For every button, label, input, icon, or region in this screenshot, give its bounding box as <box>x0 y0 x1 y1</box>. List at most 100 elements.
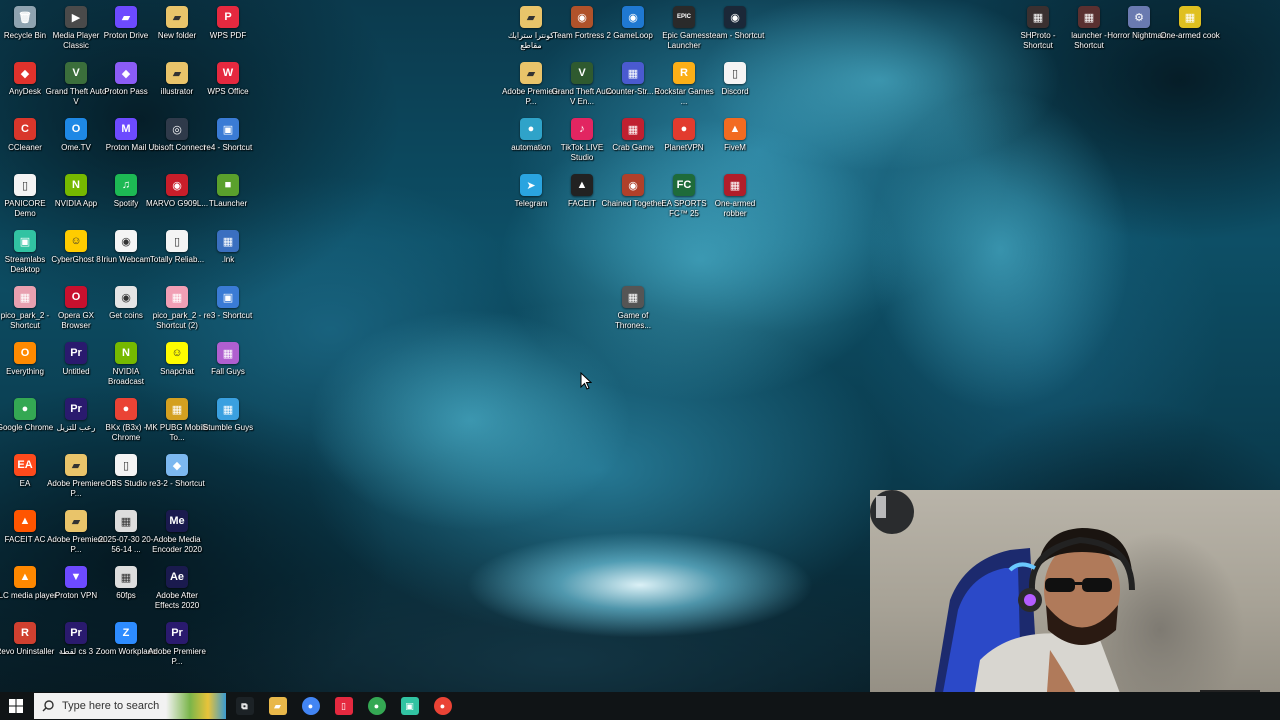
desktop-icon[interactable]: ▦ Stumble Guys <box>197 395 259 449</box>
desktop-icon[interactable]: ▦ One-armed robber <box>704 171 766 225</box>
app-icon: FC <box>673 174 695 196</box>
app-icon: ▦ <box>115 510 137 532</box>
desktop-icon[interactable]: P WPS PDF <box>197 3 259 57</box>
app-icon: 🗑 <box>14 6 36 28</box>
app-icon: ◆ <box>166 454 188 476</box>
taskbar-app-button[interactable]: ▣ <box>393 692 426 720</box>
app-icon: Pr <box>166 622 188 644</box>
app-icon: EPIC <box>673 6 695 28</box>
app-icon: ◎ <box>166 118 188 140</box>
app-icon: Pr <box>65 622 87 644</box>
desktop-icon[interactable]: ▣ re3 - Shortcut <box>197 283 259 337</box>
app-icon: ◉ <box>115 230 137 252</box>
app-icon: ♫ <box>115 174 137 196</box>
app-icon: ▦ <box>622 118 644 140</box>
app-icon: O <box>14 342 36 364</box>
app-icon: ▦ <box>1027 6 1049 28</box>
app-icon: ◉ <box>622 174 644 196</box>
app-icon: N <box>65 174 87 196</box>
app-icon: Pr <box>65 398 87 420</box>
chrome-alt-icon: ● <box>433 697 452 715</box>
desktop-icon[interactable]: ▦ Game of Thrones... <box>602 283 664 337</box>
desktop-icon-label: TLauncher <box>208 199 248 208</box>
app-icon: ◉ <box>622 6 644 28</box>
app-icon: R <box>673 62 695 84</box>
app-icon: ▯ <box>14 174 36 196</box>
app-icon: ▼ <box>65 566 87 588</box>
app-icon: Pr <box>65 342 87 364</box>
desktop-icon[interactable]: ▦ One-armed cook <box>1159 3 1221 57</box>
app-icon: O <box>65 118 87 140</box>
desktop-icon[interactable]: ▯ Discord <box>704 59 766 113</box>
app-icon: ▰ <box>520 6 542 28</box>
chrome-profile-icon: ● <box>367 697 386 715</box>
start-button[interactable] <box>0 692 32 720</box>
desktop-icon-label: .lnk <box>221 255 235 264</box>
file-explorer-icon: ▰ <box>268 697 287 715</box>
desktop-icon[interactable]: ◉ steam - Shortcut <box>704 3 766 57</box>
desktop-icon[interactable]: Ae Adobe After Effects 2020 <box>146 563 208 617</box>
webcam-person-image <box>870 490 1260 720</box>
app-icon: O <box>65 286 87 308</box>
desktop-icon[interactable]: ■ TLauncher <box>197 171 259 225</box>
desktop-icon[interactable]: ▦ .lnk <box>197 227 259 281</box>
windows-logo-icon <box>9 699 23 713</box>
app-icon: ▶ <box>65 6 87 28</box>
taskbar-app-button[interactable]: ⧉ <box>228 692 261 720</box>
desktop-icon[interactable]: ▲ FiveM <box>704 115 766 169</box>
app-icon: ▣ <box>217 286 239 308</box>
desktop-icon[interactable]: Pr Adobe Premiere P... <box>146 619 208 673</box>
desktop-icon-label: Adobe Premiere P... <box>148 647 206 666</box>
taskbar-app-button[interactable]: ● <box>294 692 327 720</box>
streamlabs-icon: ▣ <box>400 697 419 715</box>
desktop-icon-label: WPS PDF <box>209 31 247 40</box>
app-icon: ▦ <box>166 398 188 420</box>
taskbar-search-box[interactable] <box>34 693 226 719</box>
desktop-icon-label: Adobe After Effects 2020 <box>154 591 200 610</box>
desktop-icon-label: re3-2 - Shortcut <box>149 479 205 488</box>
app-icon: ◉ <box>115 286 137 308</box>
desktop-icon-label: steam - Shortcut <box>705 31 765 40</box>
app-icon: M <box>115 118 137 140</box>
app-icon: ● <box>673 118 695 140</box>
taskbar-app-button[interactable]: ▰ <box>261 692 294 720</box>
app-icon: EA <box>14 454 36 476</box>
taskbar-app-button[interactable]: ▯ <box>327 692 360 720</box>
app-icon: ▦ <box>115 566 137 588</box>
app-icon: ◉ <box>724 6 746 28</box>
desktop-icon-label: One-armed cook <box>1160 31 1220 40</box>
app-icon: ▰ <box>520 62 542 84</box>
desktop-icon[interactable]: ▣ re4 - Shortcut <box>197 115 259 169</box>
desktop-icon[interactable]: W WPS Office <box>197 59 259 113</box>
desktop-icon-label: Discord <box>721 87 749 96</box>
app-icon: ▦ <box>217 230 239 252</box>
desktop-icon-label: WPS Office <box>207 87 249 96</box>
app-icon: ■ <box>217 174 239 196</box>
search-highlight-image <box>166 693 226 719</box>
app-icon: ● <box>520 118 542 140</box>
taskbar-app-button[interactable]: ● <box>360 692 393 720</box>
chrome-icon: ● <box>301 697 320 715</box>
app-icon: ▲ <box>724 118 746 140</box>
desktop-icon[interactable]: Me Adobe Media Encoder 2020 <box>146 507 208 561</box>
app-icon: ☺ <box>166 342 188 364</box>
taskbar-app-button[interactable]: ● <box>426 692 459 720</box>
document-app-icon: ▯ <box>334 697 353 715</box>
desktop-icon-label: FiveM <box>724 143 746 152</box>
app-icon: ◆ <box>14 62 36 84</box>
app-icon: ● <box>115 398 137 420</box>
app-icon: Ae <box>166 566 188 588</box>
app-icon: ▯ <box>166 230 188 252</box>
app-icon: ▰ <box>166 62 188 84</box>
desktop-icon-label: Stumble Guys <box>202 423 254 432</box>
desktop-icon[interactable]: ◆ re3-2 - Shortcut <box>146 451 208 505</box>
app-icon: P <box>217 6 239 28</box>
app-icon: Z <box>115 622 137 644</box>
app-icon: ⚙ <box>1128 6 1150 28</box>
desktop-icon[interactable]: ▦ Fall Guys <box>197 339 259 393</box>
app-icon: ➤ <box>520 174 542 196</box>
app-icon: ▰ <box>166 6 188 28</box>
app-icon: ▰ <box>115 6 137 28</box>
app-icon: ▦ <box>217 398 239 420</box>
app-icon: ◉ <box>571 6 593 28</box>
